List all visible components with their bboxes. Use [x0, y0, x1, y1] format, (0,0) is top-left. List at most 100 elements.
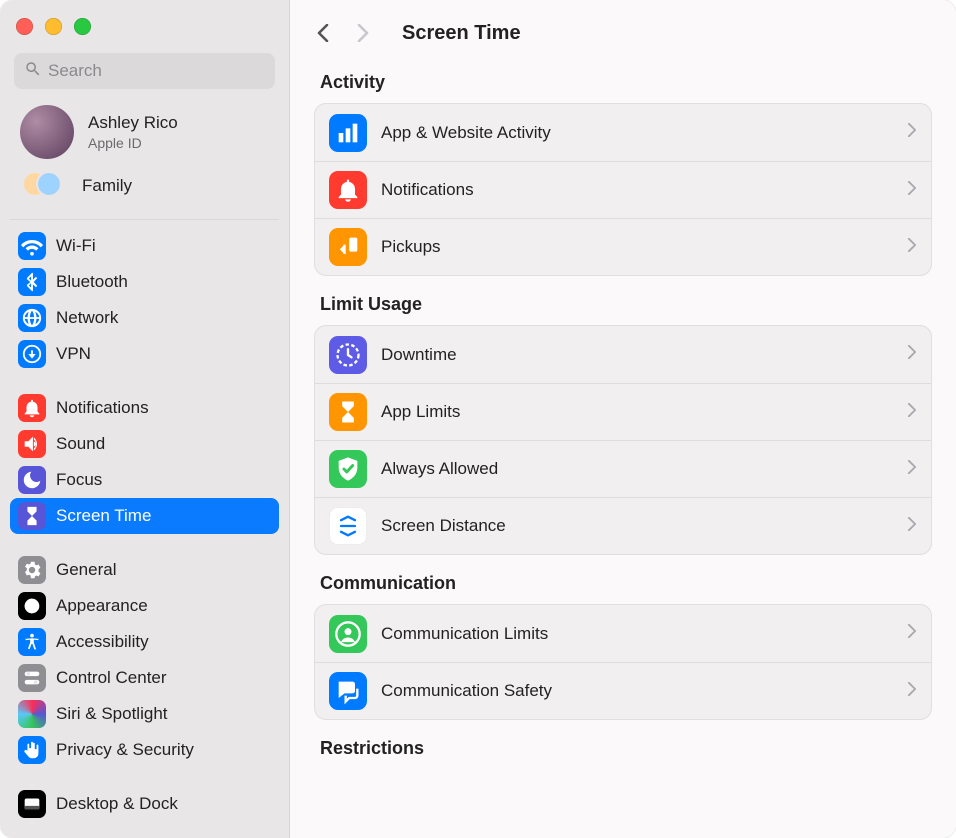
- section-header-activity: Activity: [314, 68, 932, 103]
- chevron-right-icon: [907, 238, 917, 257]
- bell-icon: [18, 394, 46, 422]
- row-always-allowed[interactable]: Always Allowed: [315, 440, 931, 497]
- row-communication-safety[interactable]: Communication Safety: [315, 662, 931, 719]
- window-controls: [0, 6, 289, 43]
- chevron-right-icon: [907, 345, 917, 364]
- sidebar-item-label: Siri & Spotlight: [56, 704, 168, 724]
- screen-distance-icon: [329, 507, 367, 545]
- pickups-icon: [329, 228, 367, 266]
- account-name: Ashley Rico: [88, 113, 178, 133]
- content: Activity App & Website Activity Notifica…: [290, 62, 956, 769]
- section-header-restrictions: Restrictions: [314, 720, 932, 769]
- accessibility-icon: [18, 628, 46, 656]
- sidebar-item-notifications[interactable]: Notifications: [10, 390, 279, 426]
- vpn-icon: [18, 340, 46, 368]
- chevron-right-icon: [907, 403, 917, 422]
- sidebar-item-label: Network: [56, 308, 118, 328]
- row-label: Communication Safety: [381, 681, 893, 701]
- sidebar-item-label: Accessibility: [56, 632, 149, 652]
- chevron-right-icon: [907, 123, 917, 142]
- clock-icon: [329, 336, 367, 374]
- sidebar-item-privacy-security[interactable]: Privacy & Security: [10, 732, 279, 768]
- row-label: App Limits: [381, 402, 893, 422]
- sidebar-item-siri-spotlight[interactable]: Siri & Spotlight: [10, 696, 279, 732]
- sidebar-item-screen-time[interactable]: Screen Time: [10, 498, 279, 534]
- sidebar-item-label: Control Center: [56, 668, 167, 688]
- hourglass-icon: [329, 393, 367, 431]
- row-label: Pickups: [381, 237, 893, 257]
- close-button[interactable]: [16, 18, 33, 35]
- sidebar-item-sound[interactable]: Sound: [10, 426, 279, 462]
- apple-id-row[interactable]: Ashley Rico Apple ID: [0, 97, 289, 165]
- family-avatars-icon: [22, 171, 66, 201]
- row-label: Notifications: [381, 180, 893, 200]
- sidebar-item-label: Sound: [56, 434, 105, 454]
- sidebar-item-vpn[interactable]: VPN: [10, 336, 279, 372]
- search-icon: [24, 60, 48, 83]
- sidebar-item-label: Wi-Fi: [56, 236, 96, 256]
- speaker-icon: [18, 430, 46, 458]
- row-downtime[interactable]: Downtime: [315, 326, 931, 383]
- section-header-communication: Communication: [314, 555, 932, 604]
- siri-icon: [18, 700, 46, 728]
- sidebar-item-accessibility[interactable]: Accessibility: [10, 624, 279, 660]
- sidebar-item-control-center[interactable]: Control Center: [10, 660, 279, 696]
- row-app-limits[interactable]: App Limits: [315, 383, 931, 440]
- row-label: Downtime: [381, 345, 893, 365]
- sidebar: Ashley Rico Apple ID Family Wi-Fi: [0, 0, 290, 838]
- section-header-limit-usage: Limit Usage: [314, 276, 932, 325]
- sidebar-list: Wi-Fi Bluetooth Network: [0, 211, 289, 822]
- sidebar-item-label: Screen Time: [56, 506, 151, 526]
- person-circle-icon: [329, 615, 367, 653]
- wifi-icon: [18, 232, 46, 260]
- sidebar-item-appearance[interactable]: Appearance: [10, 588, 279, 624]
- panel-activity: App & Website Activity Notifications Pic…: [314, 103, 932, 276]
- row-app-website-activity[interactable]: App & Website Activity: [315, 104, 931, 161]
- sidebar-item-wifi[interactable]: Wi-Fi: [10, 228, 279, 264]
- account-sub: Apple ID: [88, 135, 178, 151]
- family-row[interactable]: Family: [0, 165, 289, 211]
- sidebar-item-label: Desktop & Dock: [56, 794, 178, 814]
- row-screen-distance[interactable]: Screen Distance: [315, 497, 931, 554]
- hourglass-icon: [18, 502, 46, 530]
- system-settings-window: Ashley Rico Apple ID Family Wi-Fi: [0, 0, 956, 838]
- bluetooth-icon: [18, 268, 46, 296]
- sidebar-item-desktop-dock[interactable]: Desktop & Dock: [10, 786, 279, 822]
- panel-limit-usage: Downtime App Limits Always Allowed: [314, 325, 932, 555]
- avatar: [20, 105, 74, 159]
- forward-button[interactable]: [348, 18, 378, 48]
- hand-icon: [18, 736, 46, 764]
- dock-icon: [18, 790, 46, 818]
- panel-communication: Communication Limits Communication Safet…: [314, 604, 932, 720]
- row-label: Communication Limits: [381, 624, 893, 644]
- row-label: Always Allowed: [381, 459, 893, 479]
- sidebar-item-network[interactable]: Network: [10, 300, 279, 336]
- sidebar-item-label: VPN: [56, 344, 91, 364]
- check-shield-icon: [329, 450, 367, 488]
- search-input[interactable]: [48, 61, 265, 81]
- sidebar-item-label: Privacy & Security: [56, 740, 194, 760]
- sidebar-item-general[interactable]: General: [10, 552, 279, 588]
- zoom-button[interactable]: [74, 18, 91, 35]
- minimize-button[interactable]: [45, 18, 62, 35]
- sidebar-item-bluetooth[interactable]: Bluetooth: [10, 264, 279, 300]
- row-notifications[interactable]: Notifications: [315, 161, 931, 218]
- bar-chart-icon: [329, 114, 367, 152]
- moon-icon: [18, 466, 46, 494]
- row-label: Screen Distance: [381, 516, 893, 536]
- main-pane: Screen Time Activity App & Website Activ…: [290, 0, 956, 838]
- chevron-right-icon: [907, 624, 917, 643]
- sidebar-item-label: Focus: [56, 470, 102, 490]
- gear-icon: [18, 556, 46, 584]
- sidebar-item-focus[interactable]: Focus: [10, 462, 279, 498]
- sidebar-item-label: Bluetooth: [56, 272, 128, 292]
- row-pickups[interactable]: Pickups: [315, 218, 931, 275]
- sidebar-item-label: General: [56, 560, 116, 580]
- chevron-right-icon: [907, 682, 917, 701]
- row-communication-limits[interactable]: Communication Limits: [315, 605, 931, 662]
- sidebar-item-label: Notifications: [56, 398, 149, 418]
- back-button[interactable]: [308, 18, 338, 48]
- search-field[interactable]: [14, 53, 275, 89]
- sidebar-item-label: Appearance: [56, 596, 148, 616]
- chevron-right-icon: [907, 460, 917, 479]
